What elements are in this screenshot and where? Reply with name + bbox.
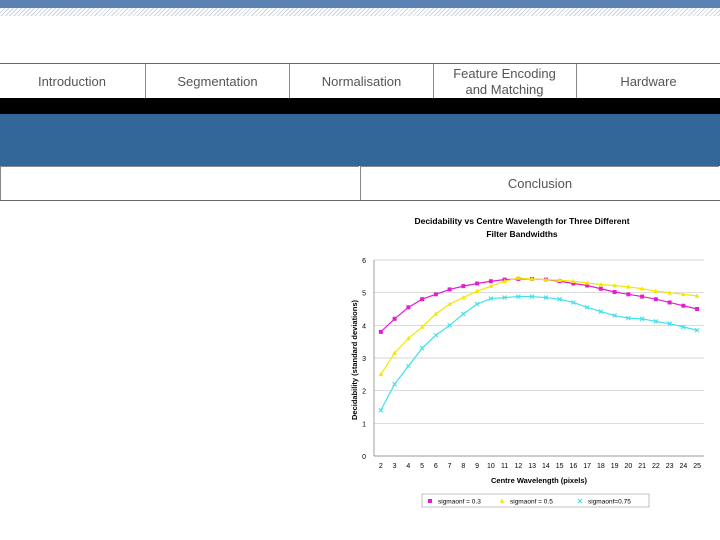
nav-item-label: Feature Encoding and Matching bbox=[453, 66, 556, 97]
nav-item-segmentation[interactable]: Segmentation bbox=[145, 64, 289, 100]
nav-bar: Introduction Segmentation Normalisation … bbox=[0, 63, 720, 103]
y-tick-label: 1 bbox=[362, 421, 366, 428]
y-tick-label: 2 bbox=[362, 389, 366, 396]
chart-title-line2: Filter Bandwidths bbox=[486, 229, 558, 239]
x-tick-label: 8 bbox=[461, 463, 465, 470]
x-tick-label: 13 bbox=[528, 463, 536, 470]
nav-item-label: Normalisation bbox=[321, 74, 402, 89]
series-line bbox=[380, 278, 698, 333]
x-tick-label: 15 bbox=[556, 463, 564, 470]
chart-x-axis-label: Centre Wavelength (pixels) bbox=[491, 476, 587, 485]
sub-nav-item-label: Conclusion bbox=[507, 176, 573, 191]
data-point bbox=[378, 329, 383, 334]
black-divider-band bbox=[0, 98, 720, 114]
chart-series-group bbox=[378, 275, 700, 413]
data-point bbox=[433, 292, 438, 297]
x-tick-label: 23 bbox=[666, 463, 674, 470]
nav-item-label: Segmentation bbox=[177, 74, 258, 89]
data-point bbox=[598, 286, 603, 291]
x-tick-label: 10 bbox=[487, 463, 495, 470]
chart-title-line1: Decidability vs Centre Wavelength for Th… bbox=[414, 216, 629, 226]
chart-x-ticks: 2 3 4 5 6 7 8 9 10 11 12 13 14 15 16 17 18 19 20 21 22 23 24 25 bbox=[379, 463, 701, 470]
top-accent-stripe bbox=[0, 0, 720, 8]
x-tick-label: 19 bbox=[611, 463, 619, 470]
nav-item-hardware[interactable]: Hardware bbox=[576, 64, 720, 100]
data-point bbox=[667, 300, 672, 305]
slide-top-bar bbox=[0, 0, 720, 16]
x-tick-label: 2 bbox=[379, 463, 383, 470]
x-tick-label: 20 bbox=[624, 463, 632, 470]
x-tick-label: 5 bbox=[420, 463, 424, 470]
legend-entry: sigmaonf = 0.5 bbox=[510, 499, 553, 506]
data-point bbox=[420, 297, 425, 302]
x-tick-label: 18 bbox=[597, 463, 605, 470]
y-tick-label: 4 bbox=[362, 323, 366, 330]
data-point bbox=[488, 279, 493, 284]
nav-item-normalisation[interactable]: Normalisation bbox=[289, 64, 433, 100]
x-tick-label: 12 bbox=[514, 463, 522, 470]
data-point bbox=[461, 284, 466, 289]
data-point bbox=[653, 297, 658, 302]
x-tick-label: 24 bbox=[679, 463, 687, 470]
data-point bbox=[695, 307, 700, 311]
chart-gridlines bbox=[373, 259, 704, 457]
data-point bbox=[681, 303, 686, 308]
nav-item-label: Introduction bbox=[38, 74, 106, 89]
nav-item-feature-encoding[interactable]: Feature Encoding and Matching bbox=[433, 64, 575, 100]
y-tick-label: 3 bbox=[362, 356, 366, 363]
data-point bbox=[392, 381, 398, 387]
data-point bbox=[475, 281, 480, 286]
x-tick-label: 16 bbox=[569, 463, 577, 470]
nav-item-introduction[interactable]: Introduction bbox=[0, 64, 144, 100]
y-tick-label: 6 bbox=[362, 258, 366, 265]
data-point bbox=[378, 407, 384, 413]
legend-marker bbox=[428, 499, 432, 503]
x-tick-label: 17 bbox=[583, 463, 591, 470]
x-tick-label: 22 bbox=[652, 463, 660, 470]
legend-entry: sigmaonf=0.75 bbox=[588, 499, 631, 506]
sub-nav-item-blank[interactable] bbox=[0, 166, 359, 200]
data-point bbox=[433, 332, 439, 338]
x-tick-label: 11 bbox=[501, 463, 508, 470]
top-hatch-pattern bbox=[0, 8, 720, 16]
y-tick-label: 5 bbox=[362, 291, 366, 298]
data-point bbox=[405, 363, 411, 369]
blue-header-band bbox=[0, 114, 720, 166]
data-point bbox=[419, 345, 425, 351]
data-point bbox=[612, 290, 617, 295]
data-point bbox=[406, 305, 411, 310]
y-tick-label: 0 bbox=[362, 454, 366, 461]
data-point bbox=[460, 311, 466, 317]
x-tick-label: 25 bbox=[693, 463, 701, 470]
decidability-chart: Decidability vs Centre Wavelength for Th… bbox=[350, 216, 704, 508]
x-tick-label: 7 bbox=[448, 463, 452, 470]
chart-y-axis-label: Decidability (standard deviations) bbox=[350, 299, 359, 420]
data-point bbox=[447, 287, 452, 292]
x-tick-label: 21 bbox=[638, 463, 646, 470]
x-tick-label: 14 bbox=[542, 463, 550, 470]
x-tick-label: 9 bbox=[475, 463, 479, 470]
legend-entry: sigmaonf = 0.3 bbox=[438, 499, 481, 506]
data-point bbox=[640, 294, 645, 299]
x-tick-label: 4 bbox=[406, 463, 410, 470]
data-point bbox=[392, 316, 397, 321]
x-tick-label: 3 bbox=[393, 463, 397, 470]
series-line bbox=[380, 295, 698, 411]
nav-item-label: Hardware bbox=[620, 74, 677, 89]
chart-y-ticks: 0 1 2 3 4 5 6 bbox=[362, 258, 366, 461]
x-tick-label: 6 bbox=[434, 463, 438, 470]
sub-nav-item-conclusion[interactable]: Conclusion bbox=[360, 166, 719, 200]
sub-nav-bar: Conclusion bbox=[0, 166, 720, 201]
chart-legend: sigmaonf = 0.3 sigmaonf = 0.5 sigmaonf=0.7… bbox=[421, 493, 650, 508]
data-point bbox=[626, 292, 631, 297]
